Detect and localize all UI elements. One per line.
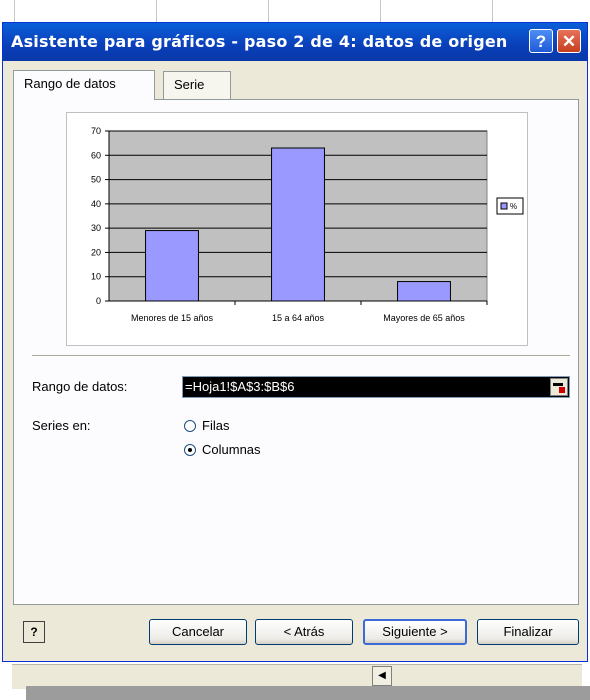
sheet-column	[156, 0, 269, 22]
separator	[32, 355, 570, 357]
series-label: Series en:	[32, 418, 91, 433]
legend-label: %	[510, 202, 517, 211]
scroll-left-arrow[interactable]: ◀	[372, 666, 392, 686]
spreadsheet-background-top	[0, 0, 590, 22]
title-bar[interactable]: Asistente para gráficos - paso 2 de 4: d…	[3, 23, 587, 61]
sheet-column	[0, 0, 15, 22]
y-tick-label: 0	[96, 296, 101, 306]
bar	[145, 230, 199, 302]
back-button[interactable]: < Atrás	[255, 619, 353, 645]
chart-preview: 0 10 20 30 40 50 60 70 Menores de 15 años 15 a 64…	[66, 112, 528, 346]
sheet-column	[380, 0, 493, 22]
next-button[interactable]: Siguiente >	[363, 619, 467, 645]
y-tick-label: 60	[91, 150, 101, 160]
y-tick-label: 10	[91, 272, 101, 282]
radio-columnas[interactable]	[184, 444, 196, 456]
range-input[interactable]: =Hoja1!$A$3:$B$6	[182, 376, 570, 398]
bar	[397, 281, 451, 302]
x-tick-label: Mayores de 65 años	[383, 313, 465, 323]
sheet-column	[268, 0, 381, 22]
sheet-column	[14, 0, 157, 22]
radio-columnas-label[interactable]: Columnas	[202, 442, 261, 457]
collapse-dialog-icon[interactable]	[550, 378, 568, 396]
chart-svg: 0 10 20 30 40 50 60 70 Menores de 15 años 15 a 64…	[91, 126, 524, 323]
help-icon[interactable]: ?	[23, 621, 45, 643]
bar	[271, 147, 325, 302]
range-value: =Hoja1!$A$3:$B$6	[185, 379, 295, 394]
finish-button[interactable]: Finalizar	[477, 619, 579, 645]
y-tick-label: 70	[91, 126, 101, 136]
y-tick-label: 20	[91, 247, 101, 257]
tab-rango-de-datos[interactable]: Rango de datos	[13, 70, 155, 100]
dialog-title: Asistente para gráficos - paso 2 de 4: d…	[11, 32, 508, 51]
tab-panel: 0 10 20 30 40 50 60 70 Menores de 15 años 15 a 64…	[13, 99, 579, 605]
x-tick-label: 15 a 64 años	[272, 313, 325, 323]
chart-wizard-dialog: Asistente para gráficos - paso 2 de 4: d…	[2, 22, 588, 662]
y-tick-label: 50	[91, 175, 101, 185]
title-help-button[interactable]: ?	[529, 29, 553, 53]
x-tick-label: Menores de 15 años	[131, 313, 214, 323]
radio-filas-label[interactable]: Filas	[202, 418, 229, 433]
cancel-button[interactable]: Cancelar	[149, 619, 247, 645]
y-tick-label: 40	[91, 199, 101, 209]
range-label: Rango de datos:	[32, 379, 128, 394]
legend-swatch	[500, 202, 508, 210]
dialog-shadow	[26, 686, 590, 700]
close-button[interactable]: ✕	[557, 29, 581, 53]
radio-filas[interactable]	[184, 420, 196, 432]
tab-serie[interactable]: Serie	[163, 71, 231, 99]
y-tick-label: 30	[91, 223, 101, 233]
